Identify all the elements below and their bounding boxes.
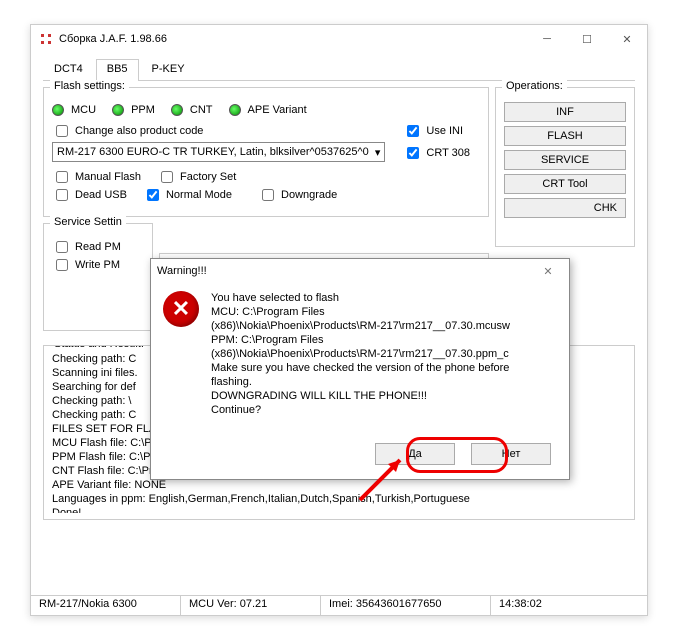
led-icon (171, 104, 183, 116)
crt-tool-button[interactable]: CRT Tool (504, 174, 626, 194)
ppm-toggle[interactable]: PPM (112, 104, 155, 116)
status-legend: Status and Result: (50, 345, 148, 350)
led-icon (229, 104, 241, 116)
statusbar-mcu-ver: MCU Ver: 07.21 (181, 596, 321, 615)
service-settings-legend: Service Settin (50, 216, 126, 228)
tab-dct4[interactable]: DCT4 (43, 59, 94, 81)
dialog-titlebar: Warning!!! ✕ (151, 259, 569, 283)
app-icon (39, 32, 53, 46)
operations-group: Operations: INF FLASH SERVICE CRT Tool C… (495, 87, 635, 247)
minimize-button[interactable]: ─ (527, 25, 567, 53)
mcu-toggle[interactable]: MCU (52, 104, 96, 116)
status-bar: RM-217/Nokia 6300 MCU Ver: 07.21 Imei: 3… (31, 595, 647, 615)
factory-set-checkbox[interactable]: Factory Set (157, 168, 236, 186)
use-ini-checkbox[interactable]: Use INI (403, 122, 470, 140)
normal-mode-checkbox[interactable]: Normal Mode (143, 186, 232, 204)
downgrade-checkbox[interactable]: Downgrade (258, 186, 337, 204)
cnt-toggle[interactable]: CNT (171, 104, 213, 116)
chk-button-partial[interactable]: CHK (504, 198, 626, 218)
led-icon (52, 104, 64, 116)
product-code-dropdown[interactable]: RM-217 6300 EURO-C TR TURKEY, Latin, blk… (52, 142, 385, 162)
manual-flash-checkbox[interactable]: Manual Flash (52, 168, 141, 186)
change-product-code-checkbox[interactable]: Change also product code (52, 122, 375, 140)
flash-settings-legend: Flash settings: (50, 80, 129, 92)
statusbar-model: RM-217/Nokia 6300 (31, 596, 181, 615)
close-button[interactable]: ✕ (607, 25, 647, 53)
statusbar-imei: Imei: 35643601677650 (321, 596, 491, 615)
operations-legend: Operations: (502, 80, 567, 92)
service-settings-group: Service Settin Read PM Write PM (43, 223, 153, 331)
titlebar: Сборка J.A.F. 1.98.66 ─ ☐ ✕ (31, 25, 647, 53)
inf-button[interactable]: INF (504, 102, 626, 122)
error-icon: ✕ (163, 291, 199, 327)
tab-pkey[interactable]: P-KEY (141, 59, 196, 81)
tab-bb5[interactable]: BB5 (96, 59, 139, 81)
window-title: Сборка J.A.F. 1.98.66 (59, 33, 527, 45)
dialog-message: You have selected to flash MCU: C:\Progr… (211, 291, 510, 417)
flash-settings-group: Flash settings: MCU PPM CNT APE Variant … (43, 87, 489, 217)
ape-toggle[interactable]: APE Variant (229, 104, 307, 116)
flash-button[interactable]: FLASH (504, 126, 626, 146)
read-pm-checkbox[interactable]: Read PM (52, 238, 134, 256)
led-icon (112, 104, 124, 116)
maximize-button[interactable]: ☐ (567, 25, 607, 53)
statusbar-time: 14:38:02 (491, 596, 647, 615)
tab-strip: DCT4 BB5 P-KEY (43, 59, 635, 81)
dialog-close-button[interactable]: ✕ (533, 265, 563, 278)
service-button[interactable]: SERVICE (504, 150, 626, 170)
warning-dialog: Warning!!! ✕ ✕ You have selected to flas… (150, 258, 570, 480)
write-pm-checkbox[interactable]: Write PM (52, 256, 134, 274)
dead-usb-checkbox[interactable]: Dead USB (52, 186, 127, 204)
yes-button[interactable]: Да (375, 443, 455, 465)
chevron-down-icon: ▾ (375, 146, 381, 159)
crt308-checkbox[interactable]: CRT 308 (403, 144, 470, 162)
dialog-title: Warning!!! (157, 265, 207, 277)
no-button[interactable]: Нет (471, 443, 551, 465)
